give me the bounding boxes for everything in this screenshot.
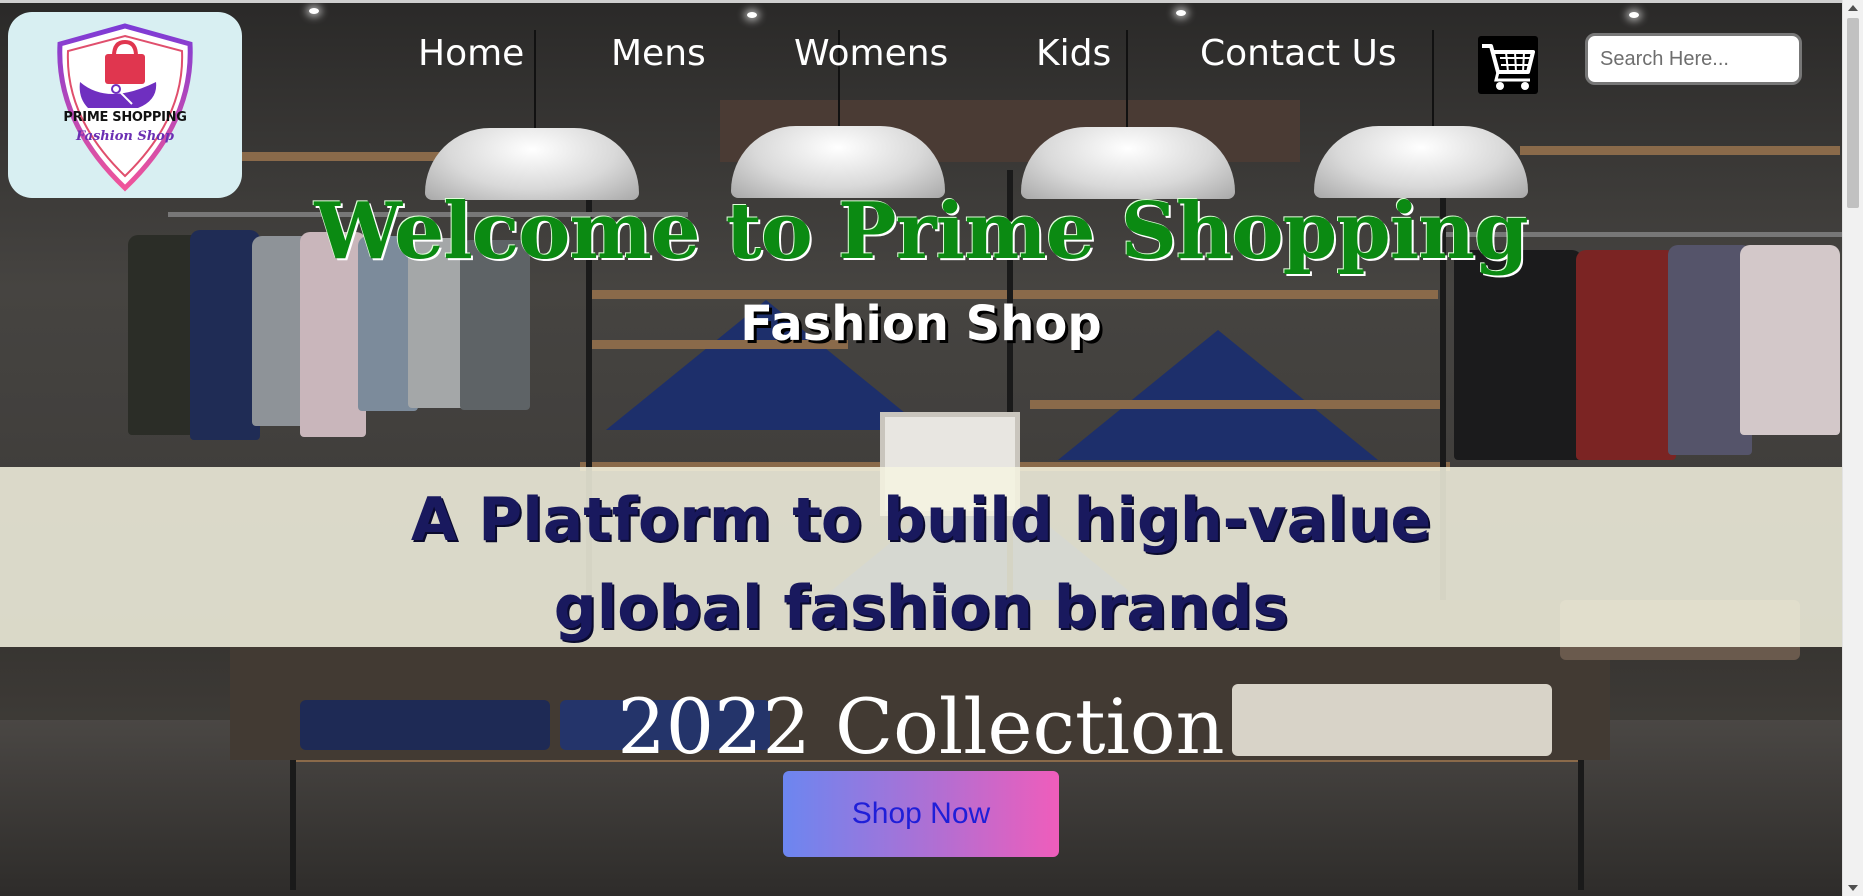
scroll-down-arrow-icon[interactable]: [1848, 885, 1858, 891]
tagline-line-2: global fashion brands: [553, 573, 1289, 643]
page-scrollbar[interactable]: [1842, 0, 1863, 896]
shopping-cart-icon: [1482, 44, 1535, 90]
scrollbar-thumb[interactable]: [1847, 18, 1859, 208]
nav-mens[interactable]: Mens: [611, 32, 706, 76]
search-input[interactable]: [1585, 33, 1802, 85]
hero-title: Welcome to Prime Shopping: [314, 186, 1528, 277]
site-logo[interactable]: PRIME SHOPPING Fashion Shop: [8, 12, 242, 198]
nav-womens[interactable]: Womens: [794, 32, 948, 76]
logo-subtitle: Fashion Shop: [76, 129, 174, 144]
shop-now-button[interactable]: Shop Now: [783, 771, 1059, 857]
cart-button[interactable]: [1478, 36, 1538, 94]
nav-kids[interactable]: Kids: [1036, 32, 1111, 76]
window-top-border: [0, 0, 1842, 3]
nav-home[interactable]: Home: [418, 32, 524, 76]
collection-heading: 2022 Collection: [617, 682, 1225, 771]
tagline-line-1: A Platform to build high-value: [410, 485, 1432, 555]
scroll-up-arrow-icon[interactable]: [1848, 5, 1858, 11]
hero-tagline: A Platform to build high-value global fa…: [0, 476, 1842, 652]
nav-contact-us[interactable]: Contact Us: [1200, 32, 1397, 76]
hero-subtitle: Fashion Shop: [740, 296, 1102, 352]
logo-title: PRIME SHOPPING: [63, 110, 187, 125]
shopping-bag-shield-icon: [57, 23, 193, 192]
